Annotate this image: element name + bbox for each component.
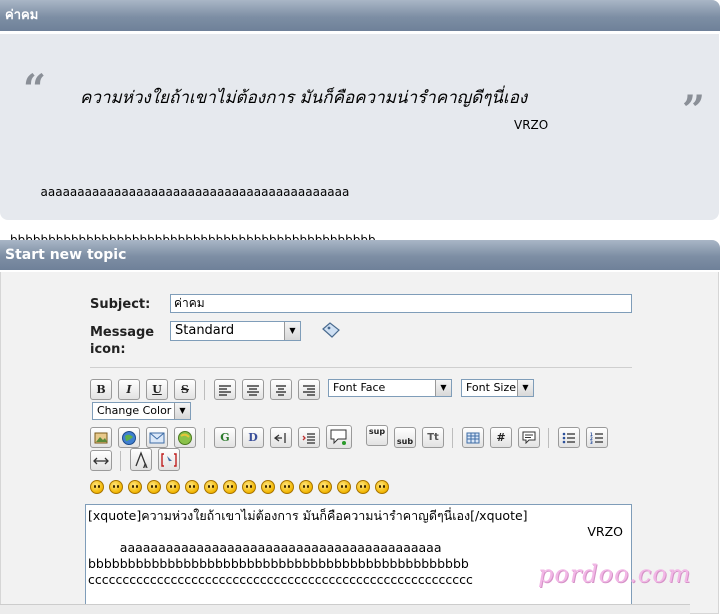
shock-icon[interactable] xyxy=(204,480,218,494)
close-quote-icon: ” xyxy=(682,87,706,134)
remove-format-icon[interactable] xyxy=(158,448,180,471)
chevron-down-icon: ▼ xyxy=(174,403,190,419)
watermark: pordoo.com xyxy=(538,560,692,588)
message-textarea[interactable]: [xquote]ความห่วงใยถ้าเขาไม่ต้องการ มันก็… xyxy=(85,504,632,614)
preview-line-a: aaaaaaaaaaaaaaaaaaaaaaaaaaaaaaaaaaaaaaaa… xyxy=(10,185,350,199)
message-icon-label-line2: icon: xyxy=(90,342,126,357)
quote-bubble-icon[interactable] xyxy=(326,425,352,449)
quote-text: ความห่วงใยถ้าเขาไม่ต้องการ มันก็คือความน… xyxy=(80,88,528,108)
table-icon[interactable] xyxy=(462,427,484,448)
teletype-button[interactable]: Tt xyxy=(422,427,444,448)
laugh-icon[interactable] xyxy=(147,480,161,494)
font-face-value: Font Face xyxy=(333,381,386,394)
chevron-down-icon: ▼ xyxy=(435,380,451,396)
align-center-icon[interactable] xyxy=(242,379,264,400)
align-justify-icon[interactable] xyxy=(270,379,292,400)
confused-icon[interactable] xyxy=(337,480,351,494)
frown-icon[interactable] xyxy=(299,480,313,494)
toolbar-separator xyxy=(120,451,121,471)
font-size-select[interactable]: Font Size ▼ xyxy=(461,379,534,397)
grin-icon[interactable] xyxy=(109,480,123,494)
subscript-button[interactable]: sub xyxy=(394,427,416,448)
message-icon-select[interactable]: Standard ▼ xyxy=(170,321,301,341)
bold-button[interactable]: B xyxy=(90,379,112,400)
sup-label: sup xyxy=(368,427,386,436)
message-icon-label-line1: Message xyxy=(90,325,155,340)
strike-button[interactable]: S xyxy=(174,379,196,400)
form-header: Start new topic xyxy=(0,240,720,270)
list-indent-icon[interactable] xyxy=(298,427,320,448)
open-quote-icon: “ xyxy=(23,66,47,113)
quote-preview: “ ความห่วงใยถ้าเขาไม่ต้องการ มันก็คือควา… xyxy=(0,34,719,295)
textarea-line: aaaaaaaaaaaaaaaaaaaaaaaaaaaaaaaaaaaaaaaa… xyxy=(88,540,442,555)
quote-author: VRZO xyxy=(514,118,549,132)
subject-input[interactable] xyxy=(170,294,632,313)
italic-button[interactable]: I xyxy=(118,379,140,400)
mad-icon[interactable] xyxy=(318,480,332,494)
toolbar-separator xyxy=(204,380,205,400)
align-left-icon[interactable] xyxy=(214,379,236,400)
resize-handle[interactable] xyxy=(0,604,690,614)
toolbar-separator xyxy=(204,428,205,448)
email-link-icon[interactable] xyxy=(146,427,168,448)
insert-image-icon[interactable] xyxy=(90,427,112,448)
change-color-value: Change Color xyxy=(97,404,172,417)
code-button[interactable]: # xyxy=(490,427,512,448)
dictionary-icon[interactable]: D xyxy=(242,427,264,448)
chevron-down-icon: ▼ xyxy=(517,380,533,396)
cry-icon[interactable] xyxy=(375,480,389,494)
textarea-line: [xquote]ความห่วงใยถ้าเขาไม่ต้องการ มันก็… xyxy=(88,508,528,523)
horizontal-rule-icon[interactable] xyxy=(90,450,112,471)
svg-text:A: A xyxy=(143,463,148,469)
tongue-icon[interactable] xyxy=(280,480,294,494)
wink-icon[interactable] xyxy=(242,480,256,494)
align-right-icon[interactable] xyxy=(298,379,320,400)
kiss-icon[interactable] xyxy=(356,480,370,494)
divider xyxy=(90,367,632,368)
bullet-list-icon[interactable] xyxy=(558,427,580,448)
happy-icon[interactable] xyxy=(128,480,142,494)
superscript-button[interactable]: sup xyxy=(366,425,388,446)
insert-link-icon[interactable] xyxy=(118,427,140,448)
subject-label: Subject: xyxy=(90,297,151,312)
glasses-icon[interactable] xyxy=(261,480,275,494)
toolbar-separator xyxy=(548,428,549,448)
toolbar-separator xyxy=(452,428,453,448)
font-size-value: Font Size xyxy=(466,381,517,394)
angry-icon[interactable] xyxy=(166,480,180,494)
comment-icon[interactable] xyxy=(518,427,540,448)
sad-icon[interactable] xyxy=(185,480,199,494)
chevron-down-icon: ▼ xyxy=(284,322,300,340)
svg-text:3: 3 xyxy=(590,440,593,444)
underline-button[interactable]: U xyxy=(146,379,168,400)
change-color-select[interactable]: Change Color ▼ xyxy=(92,402,191,420)
message-icon-value: Standard xyxy=(175,323,235,338)
textarea-line: VRZO xyxy=(587,524,623,539)
cool-icon[interactable] xyxy=(223,480,237,494)
tag-icon xyxy=(321,321,341,339)
font-face-select[interactable]: Font Face ▼ xyxy=(328,379,452,397)
smile-icon[interactable] xyxy=(90,480,104,494)
remove-link-icon[interactable] xyxy=(174,427,196,448)
tt-label: Tt xyxy=(427,432,439,443)
google-icon[interactable]: G xyxy=(214,427,236,448)
numbered-list-icon[interactable]: 123 xyxy=(586,427,608,448)
font-color-icon[interactable]: A xyxy=(130,448,152,471)
indent-icon[interactable] xyxy=(270,427,292,448)
sub-label: sub xyxy=(396,437,414,446)
preview-header: ค่าคม xyxy=(0,0,720,31)
message-icon-label: Message icon: xyxy=(90,324,154,358)
